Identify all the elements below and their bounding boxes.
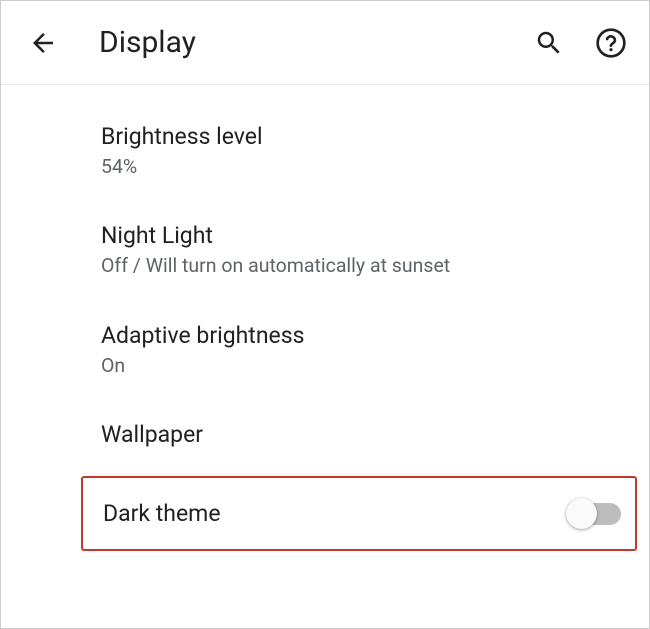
setting-title: Brightness level bbox=[101, 121, 649, 152]
setting-night-light[interactable]: Night Light Off / Will turn on automatic… bbox=[1, 200, 649, 299]
help-button[interactable] bbox=[595, 27, 627, 59]
setting-title: Night Light bbox=[101, 220, 649, 251]
setting-subtitle: Off / Will turn on automatically at suns… bbox=[101, 253, 649, 279]
setting-adaptive-brightness[interactable]: Adaptive brightness On bbox=[1, 300, 649, 399]
dark-theme-toggle[interactable] bbox=[569, 503, 621, 525]
setting-brightness-level[interactable]: Brightness level 54% bbox=[1, 101, 649, 200]
settings-list: Brightness level 54% Night Light Off / W… bbox=[1, 85, 649, 551]
search-icon bbox=[534, 28, 564, 58]
setting-title: Adaptive brightness bbox=[101, 320, 649, 351]
setting-title: Wallpaper bbox=[101, 419, 649, 450]
toggle-thumb bbox=[566, 498, 597, 529]
back-button[interactable] bbox=[27, 27, 59, 59]
page-title: Display bbox=[99, 25, 533, 60]
help-icon bbox=[595, 27, 627, 59]
arrow-back-icon bbox=[28, 28, 58, 58]
setting-title: Dark theme bbox=[103, 498, 221, 529]
header-actions bbox=[533, 27, 627, 59]
setting-subtitle: On bbox=[101, 353, 649, 379]
setting-wallpaper[interactable]: Wallpaper bbox=[1, 399, 649, 470]
setting-dark-theme[interactable]: Dark theme bbox=[81, 476, 637, 551]
setting-subtitle: 54% bbox=[101, 154, 649, 180]
header: Display bbox=[1, 1, 649, 85]
search-button[interactable] bbox=[533, 27, 565, 59]
